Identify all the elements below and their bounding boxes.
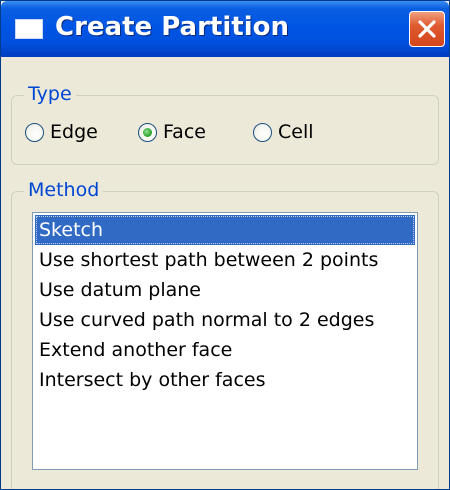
close-icon bbox=[418, 20, 436, 38]
type-group-label: Type bbox=[24, 83, 76, 105]
dialog-title: Create Partition bbox=[55, 12, 289, 42]
window-icon bbox=[15, 19, 43, 39]
radio-face-circle[interactable] bbox=[138, 122, 157, 142]
method-item-intersect-faces[interactable]: Intersect by other faces bbox=[35, 365, 415, 395]
create-partition-dialog: Create Partition Type Edge Face Cell Met… bbox=[0, 0, 450, 490]
radio-face[interactable]: Face bbox=[138, 120, 206, 144]
method-listbox[interactable]: Sketch Use shortest path between 2 point… bbox=[32, 212, 418, 470]
radio-cell[interactable]: Cell bbox=[253, 120, 314, 144]
method-group: Method Sketch Use shortest path between … bbox=[11, 179, 439, 489]
type-group: Type Edge Face Cell bbox=[11, 83, 439, 165]
method-group-label: Method bbox=[24, 179, 104, 201]
method-item-sketch[interactable]: Sketch bbox=[35, 215, 415, 245]
radio-edge[interactable]: Edge bbox=[25, 120, 98, 144]
close-button[interactable] bbox=[409, 11, 445, 47]
title-bar[interactable]: Create Partition bbox=[1, 1, 449, 57]
radio-cell-label[interactable]: Cell bbox=[278, 121, 314, 143]
radio-face-label[interactable]: Face bbox=[163, 121, 206, 143]
method-item-datum-plane[interactable]: Use datum plane bbox=[35, 275, 415, 305]
radio-edge-label[interactable]: Edge bbox=[50, 121, 98, 143]
method-item-shortest-path[interactable]: Use shortest path between 2 points bbox=[35, 245, 415, 275]
radio-edge-circle[interactable] bbox=[25, 122, 44, 142]
method-item-extend-face[interactable]: Extend another face bbox=[35, 335, 415, 365]
method-item-curved-path[interactable]: Use curved path normal to 2 edges bbox=[35, 305, 415, 335]
radio-cell-circle[interactable] bbox=[253, 122, 272, 142]
